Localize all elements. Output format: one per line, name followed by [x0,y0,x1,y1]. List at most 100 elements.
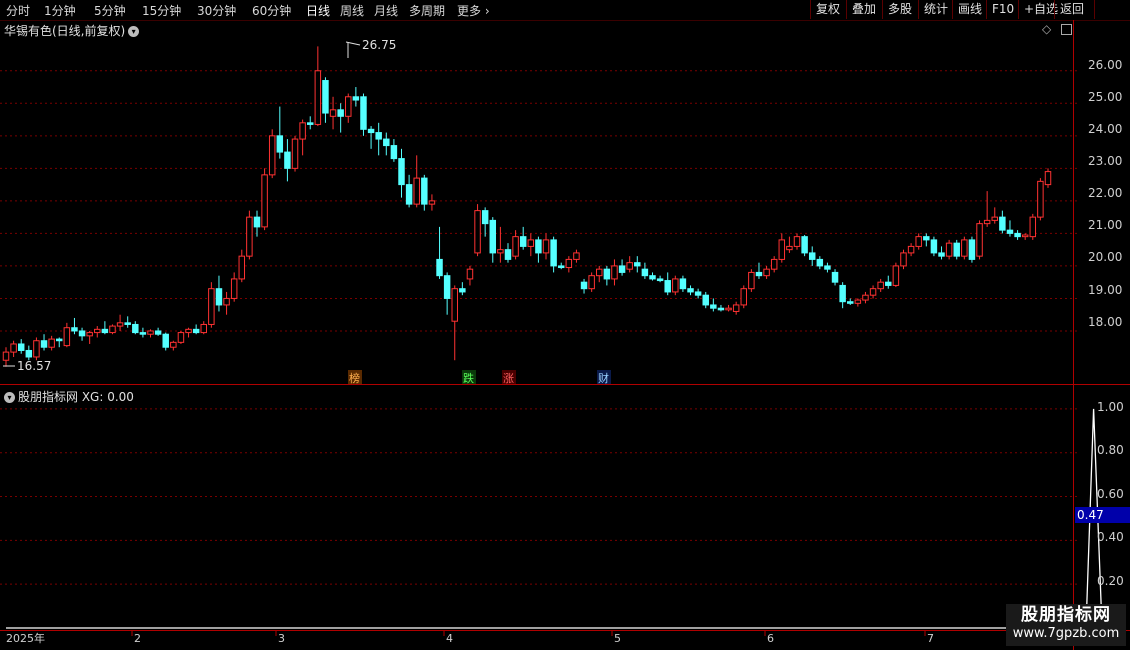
candle-body [641,268,649,277]
indicator-tick: 0.40 [1097,530,1124,544]
candle-body [519,236,527,247]
price-tick: 23.00 [1088,154,1122,168]
candle-body [991,216,998,221]
candle-body [474,210,481,254]
candle-body [945,242,953,257]
candle-body [466,268,474,280]
candle-body [147,330,154,335]
candle-body [527,239,535,247]
candle-body [702,294,709,306]
candle-body [78,330,86,337]
candle-body [451,288,458,322]
candle-body [983,219,991,225]
candle-body [725,307,732,311]
candle-body [808,252,816,260]
candle-body [1021,234,1029,238]
candle-body [634,262,641,267]
candle-body [116,322,124,327]
candle-body [497,249,504,254]
candle-body [557,265,565,269]
low-annotation: 16.57 [3,359,51,373]
event-marker-finance[interactable]: 财 [598,371,609,385]
candle-body [299,122,306,140]
time-tick: 6 [767,632,774,645]
candle-body [854,299,862,304]
candle-body [10,343,17,353]
time-tick: 7 [927,632,934,645]
candle-body [710,304,717,309]
time-tick: 5 [614,632,621,645]
candle-body [816,258,824,267]
candle-body [862,294,869,301]
candle-body [1029,216,1037,238]
candle-body [694,291,702,296]
candle-body [580,281,588,290]
price-tick: 21.00 [1088,218,1122,232]
candle-body [436,258,443,277]
candle-body [740,288,748,306]
event-marker-up[interactable]: 涨 [503,372,514,385]
candle-body [459,288,466,293]
candle-body [755,271,763,277]
candle-body [322,80,329,114]
candle-body [230,278,238,299]
indicator-axis: 1.00 0.80 0.60 0.40 0.20 [1097,400,1124,588]
candle-body [596,268,603,277]
candle-body [443,275,451,299]
candle-body [367,128,375,134]
high-price-label: 26.75 [362,38,396,52]
candle-body [649,275,656,280]
candle-body [421,177,428,205]
candle-body [1014,232,1021,238]
candle-body [930,239,938,254]
candle-body [40,340,48,348]
candle-body [847,301,854,304]
candle-body [413,177,420,205]
event-marker-down[interactable]: 跌 [463,371,474,385]
indicator-tick: 0.80 [1097,443,1124,457]
candle-body [907,245,915,254]
price-tick: 19.00 [1088,283,1122,297]
candle-body [999,216,1006,231]
candle-body [33,340,40,358]
candle-body [1044,171,1052,186]
candle-body [687,288,694,293]
time-tick: 2 [134,632,141,645]
indicator-line [6,408,1110,629]
candle-body [360,96,367,130]
candle-body [345,96,352,117]
candle-body [428,200,436,205]
candle-body [976,223,983,257]
candle-body [154,330,162,335]
price-tick: 26.00 [1088,58,1122,72]
candle-body [489,219,497,254]
candle-body [177,332,185,343]
watermark-url: www.7gpzb.com [1012,626,1120,641]
candle-body [961,239,968,257]
candle-body [717,307,725,311]
candle-body [573,252,580,260]
candle-body [398,158,405,186]
low-price-label: 16.57 [17,359,51,373]
candle-body [170,341,177,348]
event-marker-rank[interactable]: 榜 [349,371,360,385]
candle-body [352,96,360,101]
candle-body [390,145,398,160]
candle-body [223,297,230,306]
candle-body [679,278,687,290]
candle-body [672,278,679,293]
candle-body [17,343,25,351]
candle-body [801,236,808,254]
grid-lines [0,70,1080,585]
indicator-tick: 0.20 [1097,574,1124,588]
candle-body [504,249,512,260]
candle-body [481,210,489,225]
candle-body [953,242,960,257]
candle-body [588,275,595,290]
candle-body [162,333,169,348]
candle-body [124,322,131,325]
watermark-title: 股朋指标网 [1021,605,1111,625]
candle-body [56,338,63,342]
chart-frame [0,20,1130,650]
candle-body [306,122,314,125]
